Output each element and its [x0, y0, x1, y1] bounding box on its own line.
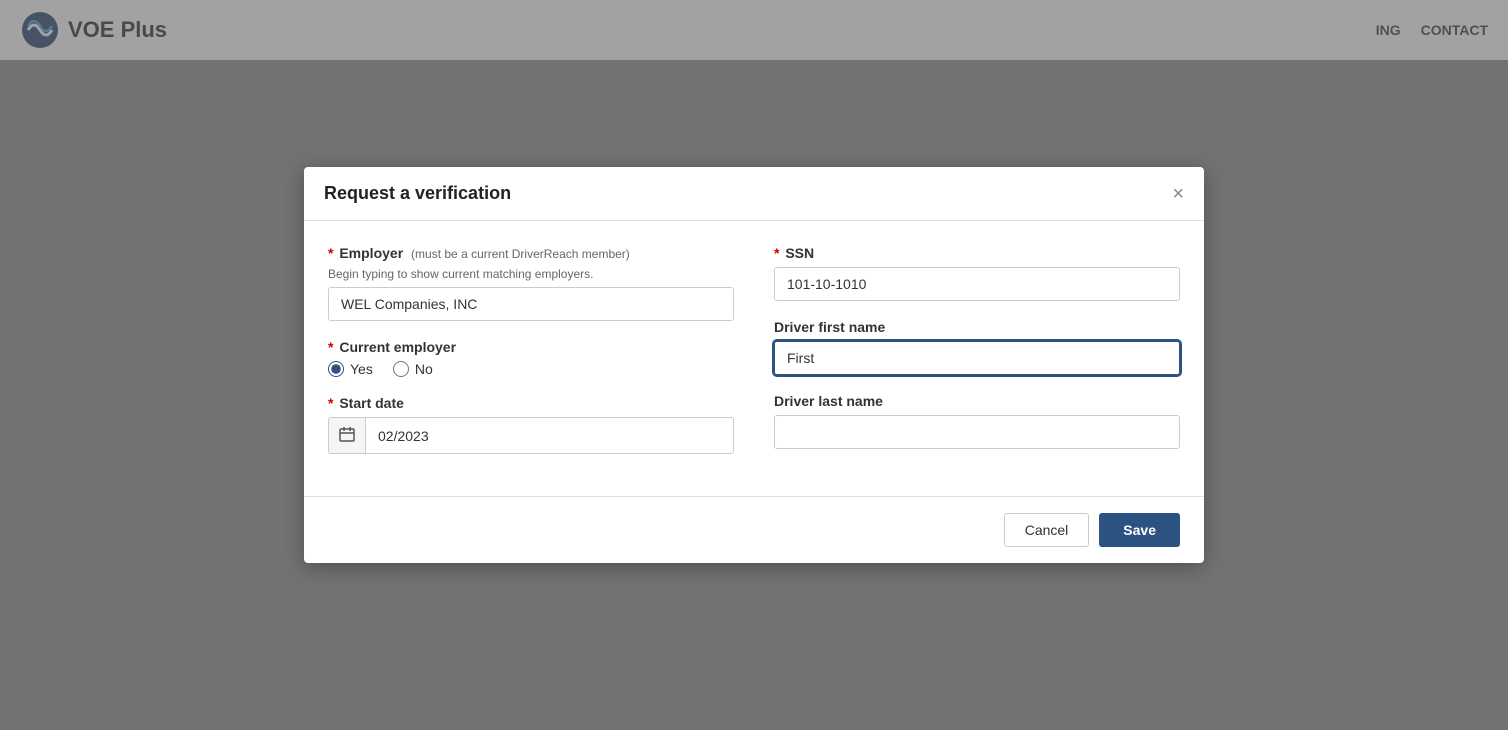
employer-hint: Begin typing to show current matching em… [328, 267, 734, 281]
calendar-icon [329, 418, 366, 453]
current-employer-label-text: Current employer [339, 339, 456, 355]
modal: Request a verification × * Employer (mus… [304, 167, 1204, 563]
ssn-group: * SSN [774, 245, 1180, 301]
driver-last-name-input[interactable] [774, 415, 1180, 449]
employer-label-text: Employer [339, 245, 403, 261]
modal-left-col: * Employer (must be a current DriverReac… [328, 245, 734, 472]
ssn-label-text: SSN [785, 245, 814, 261]
modal-overlay: Request a verification × * Employer (mus… [0, 0, 1508, 730]
modal-body: * Employer (must be a current DriverReac… [304, 221, 1204, 496]
driver-first-name-input[interactable] [774, 341, 1180, 375]
save-button[interactable]: Save [1099, 513, 1180, 547]
current-employer-group: * Current employer Yes No [328, 339, 734, 377]
modal-close-button[interactable]: × [1172, 184, 1184, 204]
employer-input[interactable] [328, 287, 734, 321]
ssn-label: * SSN [774, 245, 1180, 261]
driver-first-name-group: Driver first name [774, 319, 1180, 375]
cancel-button[interactable]: Cancel [1004, 513, 1090, 547]
radio-no-input[interactable] [393, 361, 409, 377]
driver-first-name-label: Driver first name [774, 319, 1180, 335]
radio-yes-input[interactable] [328, 361, 344, 377]
modal-header: Request a verification × [304, 167, 1204, 221]
start-date-group: * Start date [328, 395, 734, 454]
modal-title: Request a verification [324, 183, 511, 204]
employer-sub-label: (must be a current DriverReach member) [411, 247, 630, 261]
ssn-required-star: * [774, 245, 779, 261]
date-input-wrapper [328, 417, 734, 454]
current-employer-required-star: * [328, 339, 333, 355]
driver-last-name-label: Driver last name [774, 393, 1180, 409]
employer-required-star: * [328, 245, 333, 261]
start-date-input[interactable] [366, 420, 733, 452]
current-employer-radio-group: Yes No [328, 361, 734, 377]
employer-group: * Employer (must be a current DriverReac… [328, 245, 734, 321]
current-employer-label: * Current employer [328, 339, 734, 355]
ssn-input[interactable] [774, 267, 1180, 301]
radio-yes-label[interactable]: Yes [328, 361, 373, 377]
modal-footer: Cancel Save [304, 496, 1204, 563]
start-date-label: * Start date [328, 395, 734, 411]
driver-last-name-group: Driver last name [774, 393, 1180, 449]
employer-label: * Employer (must be a current DriverReac… [328, 245, 734, 261]
radio-no-label[interactable]: No [393, 361, 433, 377]
modal-right-col: * SSN Driver first name Driver last name [774, 245, 1180, 472]
radio-no-text: No [415, 361, 433, 377]
start-date-label-text: Start date [339, 395, 404, 411]
start-date-required-star: * [328, 395, 333, 411]
radio-yes-text: Yes [350, 361, 373, 377]
